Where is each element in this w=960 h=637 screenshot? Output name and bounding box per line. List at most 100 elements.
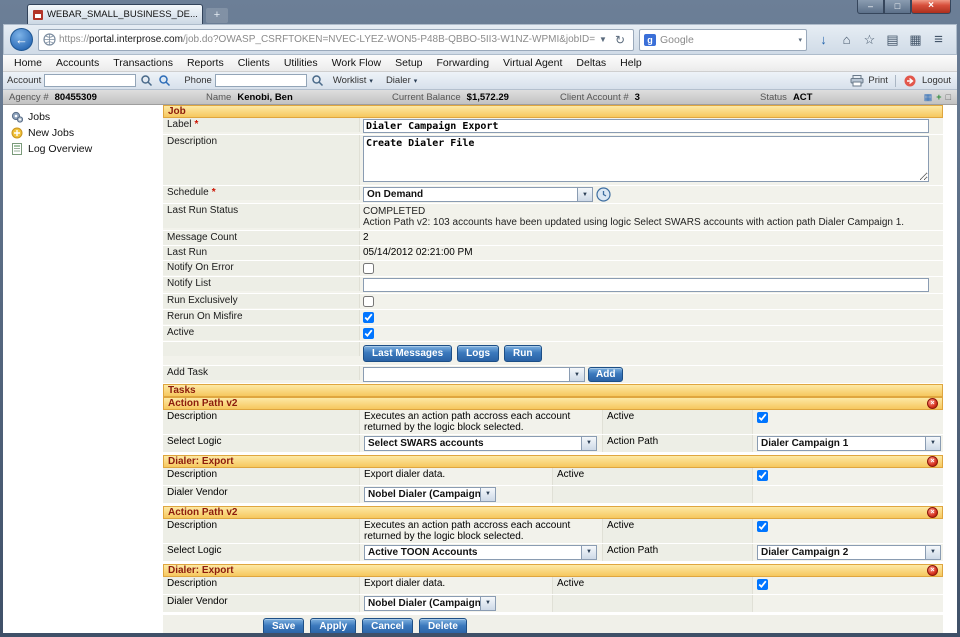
add-task-select[interactable]: ▼ <box>363 367 585 382</box>
notify-on-error-checkbox[interactable] <box>363 263 374 274</box>
menu-item-help[interactable]: Help <box>613 57 649 69</box>
panels-icon[interactable]: ▦ <box>904 29 927 51</box>
select-logic-select[interactable]: Select SWARS accounts▼ <box>364 436 597 451</box>
form-row-description: Description Create Dialer File <box>163 135 943 186</box>
menu-item-forwarding[interactable]: Forwarding <box>430 57 497 69</box>
phone-input[interactable] <box>215 74 307 87</box>
menu-item-deltas[interactable]: Deltas <box>569 57 613 69</box>
notify-list-input[interactable] <box>363 278 929 292</box>
menu-item-setup[interactable]: Setup <box>388 57 429 69</box>
required-icon: * <box>194 119 198 130</box>
back-button[interactable]: ← <box>10 28 33 51</box>
phone-search-icon[interactable] <box>310 73 325 88</box>
action-path-label: Action Path <box>603 544 753 561</box>
browser-navbar: ← https://portal.interprose.com/job.do?O… <box>3 24 957 55</box>
minimize-button[interactable]: – <box>857 0 884 14</box>
delete-task-icon[interactable]: × <box>927 507 938 518</box>
menu-item-work-flow[interactable]: Work Flow <box>325 57 388 69</box>
run-button[interactable]: Run <box>504 345 541 362</box>
run-exclusively-checkbox[interactable] <box>363 296 374 307</box>
task-active-checkbox[interactable] <box>757 412 768 423</box>
logout-icon[interactable] <box>903 73 918 88</box>
last-messages-button[interactable]: Last Messages <box>363 345 452 362</box>
back-arrow-icon: ← <box>15 32 28 47</box>
label-input[interactable] <box>363 119 929 133</box>
menu-item-virtual-agent[interactable]: Virtual Agent <box>496 57 569 69</box>
url-dropdown-icon[interactable]: ▼ <box>595 35 611 44</box>
last-run-status-detail: Action Path v2: 103 accounts have been u… <box>363 217 940 228</box>
task-active-checkbox[interactable] <box>757 470 768 481</box>
close-button[interactable]: × <box>911 0 951 14</box>
new-job-icon <box>11 127 23 139</box>
search-box[interactable]: g Google ▾ <box>639 29 807 51</box>
menu-item-utilities[interactable]: Utilities <box>277 57 325 69</box>
url-bar[interactable]: https://portal.interprose.com/job.do?OWA… <box>38 29 634 51</box>
last-run-status-label: Last Run Status <box>163 204 360 228</box>
menu-item-transactions[interactable]: Transactions <box>106 57 180 69</box>
description-textarea[interactable]: Create Dialer File <box>363 136 929 182</box>
logs-button[interactable]: Logs <box>457 345 499 362</box>
search-engine-icon[interactable]: g <box>644 34 656 46</box>
cancel-button[interactable]: Cancel <box>362 618 413 633</box>
plus-icon[interactable]: + <box>936 92 941 102</box>
menu-item-clients[interactable]: Clients <box>231 57 277 69</box>
star-icon[interactable]: ☆ <box>858 29 881 51</box>
rerun-on-misfire-checkbox[interactable] <box>363 312 374 323</box>
grid-icon[interactable]: ▦ <box>924 92 933 103</box>
dialer-vendor-select[interactable]: Nobel Dialer (Campaign 2)▼ <box>364 596 496 611</box>
action-path-label: Action Path <box>603 435 753 452</box>
print-label[interactable]: Print <box>868 75 888 86</box>
schedule-calendar-icon[interactable] <box>596 187 611 202</box>
menu-item-home[interactable]: Home <box>7 57 49 69</box>
action-path-select[interactable]: Dialer Campaign 1▼ <box>757 436 941 451</box>
action-path-select[interactable]: Dialer Campaign 2▼ <box>757 545 941 560</box>
active-checkbox[interactable] <box>363 328 374 339</box>
chevron-down-icon: ▾ <box>369 77 373 85</box>
task-row: Select Logic Active TOON Accounts▼ Actio… <box>163 544 943 562</box>
download-icon[interactable]: ↓ <box>812 29 835 51</box>
task-active-checkbox[interactable] <box>757 579 768 590</box>
search-engine-dropdown-icon[interactable]: ▾ <box>798 36 802 44</box>
worklist-dropdown[interactable]: Worklist▾ <box>328 75 378 86</box>
dialer-dropdown[interactable]: Dialer▾ <box>381 75 422 86</box>
sidebar-item-jobs[interactable]: Jobs <box>3 109 163 125</box>
name-label: Name <box>206 92 231 103</box>
schedule-select[interactable]: On Demand ▼ <box>363 187 593 202</box>
bookmarks-icon[interactable]: ▤ <box>881 29 904 51</box>
dialer-vendor-value: Nobel Dialer (Campaign 2) <box>365 597 480 610</box>
delete-button[interactable]: Delete <box>419 618 467 633</box>
schedule-select-value: On Demand <box>364 188 577 201</box>
sidebar-item-log-overview[interactable]: Log Overview <box>3 141 163 157</box>
reload-icon[interactable]: ↻ <box>611 33 629 47</box>
content: Jobs New Jobs Log Overview Job Label* <box>3 105 957 633</box>
task-title: Dialer: Export <box>168 456 234 467</box>
select-logic-select[interactable]: Active TOON Accounts▼ <box>364 545 597 560</box>
popout-icon[interactable]: □ <box>946 92 951 102</box>
sidebar-item-new-jobs[interactable]: New Jobs <box>3 125 163 141</box>
save-button[interactable]: Save <box>263 618 304 633</box>
account-input[interactable] <box>44 74 136 87</box>
menu-item-accounts[interactable]: Accounts <box>49 57 106 69</box>
menu-icon[interactable]: ≡ <box>927 29 950 51</box>
add-task-button[interactable]: Add <box>588 367 623 382</box>
dialer-vendor-select[interactable]: Nobel Dialer (Campaign 1)▼ <box>364 487 496 502</box>
nav-icon-group: ↓ ⌂ ☆ ▤ ▦ ≡ <box>812 29 950 51</box>
task-active-checkbox[interactable] <box>757 521 768 532</box>
logout-label[interactable]: Logout <box>922 75 951 86</box>
print-icon[interactable] <box>849 73 864 88</box>
form-row-schedule: Schedule* On Demand ▼ <box>163 186 943 204</box>
chevron-down-icon: ▼ <box>577 188 592 201</box>
menu-item-reports[interactable]: Reports <box>180 57 231 69</box>
browser-tab[interactable]: WEBAR_SMALL_BUSINESS_DE... <box>27 4 203 24</box>
maximize-button[interactable]: □ <box>884 0 911 14</box>
account-search-icon[interactable] <box>139 73 154 88</box>
account-advanced-search-icon[interactable] <box>157 73 172 88</box>
task-header: Dialer: Export × <box>163 564 943 577</box>
delete-task-icon[interactable]: × <box>927 398 938 409</box>
new-tab-button[interactable]: + <box>206 8 228 23</box>
delete-task-icon[interactable]: × <box>927 456 938 467</box>
apply-button[interactable]: Apply <box>310 618 356 633</box>
delete-task-icon[interactable]: × <box>927 565 938 576</box>
search-input[interactable]: Google <box>660 34 794 46</box>
home-icon[interactable]: ⌂ <box>835 29 858 51</box>
